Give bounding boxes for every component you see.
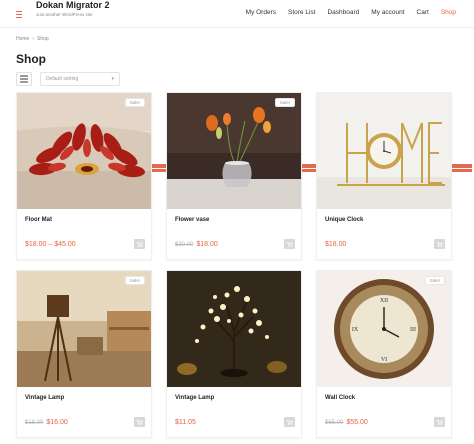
- product-image-unique-clock[interactable]: [317, 93, 451, 209]
- current-price: $18.00 – $45.00: [25, 241, 76, 248]
- nav-my-account[interactable]: My account: [371, 9, 404, 17]
- breadcrumb-home[interactable]: Home: [16, 36, 29, 42]
- regular-price: $18.00: [25, 420, 44, 426]
- shop-toolbar: Default sorting ▾: [16, 72, 472, 172]
- nav-my-orders[interactable]: My Orders: [246, 9, 276, 17]
- breadcrumb: Home › Shop: [16, 36, 49, 42]
- product-price: $65.00 $55.00: [325, 419, 368, 426]
- product-price: $18.00 $16.00: [25, 419, 68, 426]
- nav-shop[interactable]: Shop: [441, 9, 456, 17]
- cart-icon: [136, 241, 143, 247]
- chevron-down-icon: ▾: [111, 76, 114, 82]
- hamburger-icon[interactable]: [14, 9, 24, 19]
- product-card[interactable]: Sale! Flower vase $30.00 $18.00: [166, 92, 302, 260]
- cart-icon: [436, 241, 443, 247]
- product-name[interactable]: Vintage Lamp: [25, 395, 64, 401]
- product-price: $18.00 – $45.00: [25, 241, 76, 248]
- sale-badge: Sale!: [124, 276, 145, 285]
- current-price: $16.00: [46, 419, 68, 426]
- page-title: Shop: [16, 52, 46, 66]
- sort-select[interactable]: Default sorting ▾: [40, 72, 120, 86]
- product-image-vintage-lamp-tripod[interactable]: Sale!: [17, 271, 151, 387]
- product-card[interactable]: Unique Clock $18.00: [316, 92, 452, 260]
- view-toggle: [16, 72, 472, 172]
- sale-badge: Sale!: [274, 98, 295, 107]
- current-price: $55.00: [346, 419, 368, 426]
- svg-text:XII: XII: [380, 298, 388, 304]
- product-name[interactable]: Wall Clock: [325, 395, 355, 401]
- current-price: $18.00: [196, 241, 218, 248]
- sort-value: Default sorting: [46, 76, 79, 82]
- add-to-cart-button[interactable]: [284, 417, 295, 427]
- svg-text:VI: VI: [381, 357, 387, 363]
- nav-store-list[interactable]: Store List: [288, 9, 315, 17]
- add-to-cart-button[interactable]: [434, 417, 445, 427]
- product-name[interactable]: Vintage Lamp: [175, 395, 214, 401]
- product-price: $30.00 $18.00: [175, 241, 218, 248]
- site-branding: Dokan Migrator 2 Just another WordPress …: [36, 1, 146, 18]
- sale-badge: Sale!: [124, 98, 145, 107]
- main-nav: My Orders Store List Dashboard My accoun…: [246, 9, 456, 17]
- product-image-wall-clock[interactable]: XII III VI IX Sale!: [317, 271, 451, 387]
- site-title[interactable]: Dokan Migrator 2: [36, 1, 146, 10]
- current-price: $11.05: [175, 419, 196, 426]
- add-to-cart-button[interactable]: [134, 417, 145, 427]
- product-card[interactable]: Sale! Vintage Lamp $18.00 $16.00: [16, 270, 152, 438]
- cart-icon: [286, 241, 293, 247]
- svg-text:IX: IX: [352, 327, 359, 333]
- add-to-cart-button[interactable]: [134, 239, 145, 249]
- product-name[interactable]: Floor Mat: [25, 217, 52, 223]
- product-name[interactable]: Flower vase: [175, 217, 209, 223]
- site-header: Dokan Migrator 2 Just another WordPress …: [0, 0, 474, 28]
- add-to-cart-button[interactable]: [434, 239, 445, 249]
- product-image-vintage-lamp-tree[interactable]: [167, 271, 301, 387]
- regular-price: $65.00: [325, 420, 344, 426]
- product-card[interactable]: Vintage Lamp $11.05: [166, 270, 302, 438]
- product-image-floor-mat[interactable]: Sale!: [17, 93, 151, 209]
- add-to-cart-button[interactable]: [284, 239, 295, 249]
- cart-icon: [436, 419, 443, 425]
- current-price: $18.00: [325, 241, 347, 248]
- product-price: $18.00: [325, 241, 346, 248]
- product-card[interactable]: XII III VI IX Sale! Wall Clock $65.00 $5…: [316, 270, 452, 438]
- product-card[interactable]: Sale! Floor Mat $18.00 – $45.00: [16, 92, 152, 260]
- list-view-icon[interactable]: [20, 75, 28, 83]
- regular-price: $30.00: [175, 242, 194, 248]
- breadcrumb-current: Shop: [37, 36, 49, 42]
- product-price: $11.05: [175, 419, 196, 426]
- product-name[interactable]: Unique Clock: [325, 217, 363, 223]
- nav-cart[interactable]: Cart: [417, 9, 429, 17]
- site-tagline: Just another WordPress site: [36, 12, 93, 17]
- breadcrumb-separator: ›: [32, 36, 35, 42]
- sale-badge: Sale!: [424, 276, 445, 285]
- product-image-flower-vase[interactable]: Sale!: [167, 93, 301, 209]
- cart-icon: [136, 419, 143, 425]
- cart-icon: [286, 419, 293, 425]
- nav-dashboard[interactable]: Dashboard: [327, 9, 359, 17]
- svg-text:III: III: [410, 327, 416, 333]
